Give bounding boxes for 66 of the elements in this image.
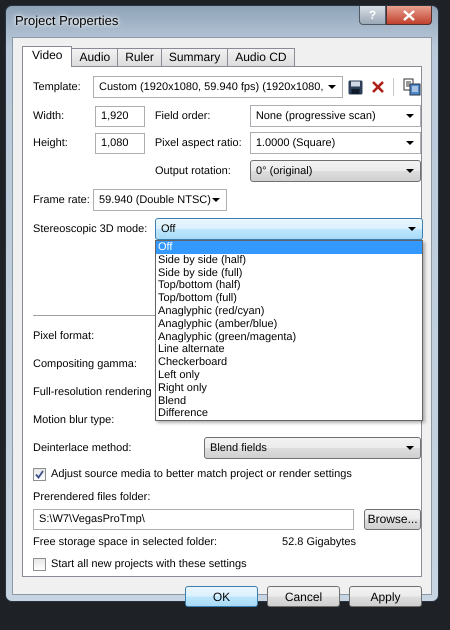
field-label: Full-resolution rendering [33,384,152,400]
tab[interactable]: Summary [160,48,228,66]
tab[interactable]: Audio CD [227,48,295,66]
dropdown[interactable]: Blend fields [204,437,421,459]
browse-button[interactable]: Browse... [364,508,421,530]
field-label: Prerendered files folder: [33,490,150,505]
save-icon[interactable] [348,80,363,94]
dropdown[interactable]: Custom (1920x1080, 59.940 fps) (1920x1080, [93,76,343,98]
delete-icon[interactable] [371,80,385,94]
dropdown-arrow-icon [406,446,414,450]
dropdown-option[interactable]: Anaglyphic (green/magenta) [156,330,422,344]
dropdown[interactable]: 0° (original) [250,160,421,182]
dropdown[interactable]: None (progressive scan) [250,105,421,127]
dropdown[interactable]: 1.0000 (Square) [250,132,421,154]
dropdown-arrow-icon [406,141,414,145]
text-field[interactable]: 1,080 [95,132,145,154]
field-label: Field order: [154,108,212,124]
field-label: Height: [33,136,69,151]
path-field[interactable]: S:\W7\VegasProTmp\ [33,508,354,530]
tab[interactable]: Ruler [117,48,162,66]
field-label: Free storage space in selected folder: [33,534,218,550]
dropdown-option[interactable]: Top/bottom (full) [156,292,422,305]
field-label: Stereoscopic 3D mode: [33,222,148,237]
dialog-button[interactable]: Apply [349,586,422,607]
checkbox[interactable] [33,558,46,570]
window-title: Project Properties [15,12,118,30]
field-label: Frame rate: [33,192,91,208]
dropdown-option[interactable]: Top/bottom (half) [156,279,422,292]
field-label: Width: [33,108,66,124]
dropdown-option[interactable]: Left only [156,368,422,382]
dropdown-option[interactable]: Line alternate [156,343,422,356]
text-field[interactable]: 1,920 [95,106,145,126]
field-label: Deinterlace method: [33,440,132,456]
field-label: Pixel format: [33,328,94,344]
dropdown-arrow-icon [406,114,414,118]
close-icon [403,10,415,20]
field-label: Pixel aspect ratio: [154,136,243,151]
checkbox-label: Adjust source media to better match project or render settings [51,466,352,482]
tab[interactable]: Video [22,46,72,67]
dialog-button[interactable]: Cancel [267,586,340,607]
dropdown[interactable]: 59.940 (Double NTSC) [93,189,227,211]
field-label: Output rotation: [155,164,232,179]
dropdown-option[interactable]: Side by side (full) [156,266,422,280]
dropdown[interactable]: Off [155,218,423,240]
checkbox-label: Start all new projects with these settings [51,556,247,572]
dropdown-option[interactable]: Anaglyphic (red/cyan) [156,304,422,318]
copy-icon[interactable] [403,78,421,96]
dialog-button[interactable]: OK [185,586,258,607]
dropdown-option[interactable]: Right only [156,382,422,395]
field-label: Template: [33,80,82,95]
close-button[interactable] [386,6,432,25]
dropdown-option[interactable]: Difference [156,407,422,420]
storage-value: 52.8 Gigabytes [282,534,356,550]
field-label: Compositing gamma: [33,356,137,372]
dropdown-arrow-icon [328,85,336,89]
dropdown-arrow-icon [408,227,416,231]
tab[interactable]: Audio [71,48,118,66]
dropdown-option[interactable]: Anaglyphic (amber/blue) [156,318,422,331]
dropdown-option[interactable]: Blend [156,394,422,408]
checkbox[interactable] [33,468,46,480]
field-label: Motion blur type: [33,412,114,428]
dropdown-option[interactable]: Side by side (half) [156,254,422,267]
dropdown-arrow-icon [406,169,414,173]
dropdown-option[interactable]: Checkerboard [156,356,422,369]
dropdown-arrow-icon [212,198,220,202]
checkmark-icon [35,470,44,478]
